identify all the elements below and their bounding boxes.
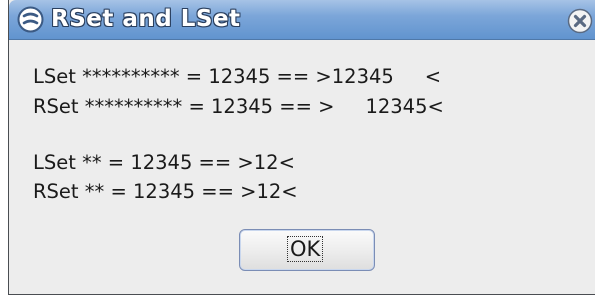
- message-line-lset-short: LSet ** = 12345 == >12<: [33, 151, 295, 174]
- title-bar[interactable]: RSet and LSet: [9, 0, 595, 40]
- ok-button-label: OK: [286, 236, 324, 262]
- message-line-rset-long: RSet ********** = 12345 == > 12345<: [33, 95, 444, 118]
- ok-button[interactable]: OK: [239, 229, 375, 271]
- close-icon[interactable]: [567, 8, 593, 34]
- window-title: RSet and LSet: [51, 6, 241, 32]
- app-menu-icon[interactable]: [17, 6, 44, 33]
- message-line-lset-long: LSet ********** = 12345 == >12345 <: [33, 65, 442, 88]
- message-line-rset-short: RSet ** = 12345 == >12<: [33, 180, 298, 203]
- dialog-window: RSet and LSet LSet ********** = 12345 ==…: [8, 0, 595, 295]
